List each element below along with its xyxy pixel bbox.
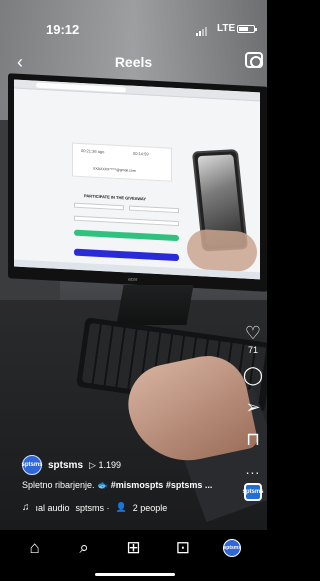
status-time: 19:12: [46, 22, 80, 37]
person-icon: 👤: [115, 502, 127, 512]
form-input: [74, 202, 124, 211]
form-input: [129, 205, 179, 214]
people-count[interactable]: 2 people: [133, 503, 168, 513]
heart-icon[interactable]: ♡: [245, 323, 261, 343]
monitor-stand: [116, 285, 194, 325]
signal-icon: [196, 27, 207, 36]
views-value: 1.199: [98, 459, 121, 470]
caption-emoji: 🐟: [97, 480, 109, 490]
avatar[interactable]: sptsms: [22, 455, 43, 475]
giveaway-card: 00:21:36 ago 00:14:59 XXAXXXX*****@gmail…: [72, 142, 172, 182]
like-count: 71: [247, 345, 258, 355]
camera-icon[interactable]: [245, 52, 263, 68]
audio-author[interactable]: sptsms ·: [76, 503, 110, 513]
hand-holding-phone: [187, 228, 257, 273]
audio-row[interactable]: ♫ ıal audio sptsms · 👤 2 people: [22, 502, 167, 513]
caption-hashtags[interactable]: #mismospts #sptsms ...: [111, 480, 213, 490]
stat-right: 00:14:59: [133, 150, 149, 157]
create-icon[interactable]: ⊞: [121, 536, 145, 560]
search-icon[interactable]: ⌕: [72, 536, 96, 560]
audio-thumbnail[interactable]: sptsms: [243, 483, 264, 501]
network-label: LTE: [217, 23, 236, 34]
form-input: [74, 215, 179, 227]
shop-icon[interactable]: ⊡: [171, 536, 195, 560]
username[interactable]: sptsms: [48, 460, 83, 471]
blue-button: [74, 248, 179, 262]
monitor-brand: acer: [128, 276, 138, 283]
action-rail: ♡ 71 ◯ ➢ ⊓ ... sptsms: [240, 323, 266, 501]
home-indicator[interactable]: [95, 573, 175, 576]
home-icon[interactable]: ⌂: [23, 536, 47, 560]
profile-tab[interactable]: sptsms: [220, 536, 244, 560]
music-note-icon: ♫: [22, 502, 30, 513]
profile-avatar: sptsms: [223, 539, 242, 557]
comment-icon[interactable]: ◯: [243, 365, 263, 385]
url-bar: [36, 82, 126, 93]
play-icon: ▷: [89, 459, 96, 470]
caption[interactable]: Spletno ribarjenje. 🐟 #mismospts #sptsms…: [22, 480, 232, 491]
author-row: sptsms sptsms ▷ 1.199: [22, 455, 121, 475]
send-icon[interactable]: ➢: [245, 397, 260, 417]
monitor: 00:21:36 ago 00:14:59 XXAXXXX*****@gmail…: [8, 73, 267, 292]
page-title: Reels: [114, 54, 153, 70]
more-icon[interactable]: ...: [246, 461, 261, 477]
caption-text: Spletno ribarjenje.: [22, 480, 95, 490]
view-count: ▷ 1.199: [89, 460, 121, 471]
status-bar: 19:12 LTE: [0, 0, 267, 37]
battery-icon: [237, 25, 257, 33]
form-title: PARTICIPATE IN THE GIVEAWAY: [84, 193, 147, 202]
email-text: XXAXXXX*****@gmail.com: [93, 166, 136, 173]
reel-video[interactable]: 00:21:36 ago 00:14:59 XXAXXXX*****@gmail…: [0, 0, 267, 530]
green-button: [74, 229, 179, 242]
stat-left: 00:21:36 ago: [81, 148, 105, 155]
monitor-screen: 00:21:36 ago 00:14:59 XXAXXXX*****@gmail…: [14, 79, 260, 280]
audio-title[interactable]: ıal audio: [36, 503, 70, 513]
bookmark-icon[interactable]: ⊓: [246, 429, 260, 449]
